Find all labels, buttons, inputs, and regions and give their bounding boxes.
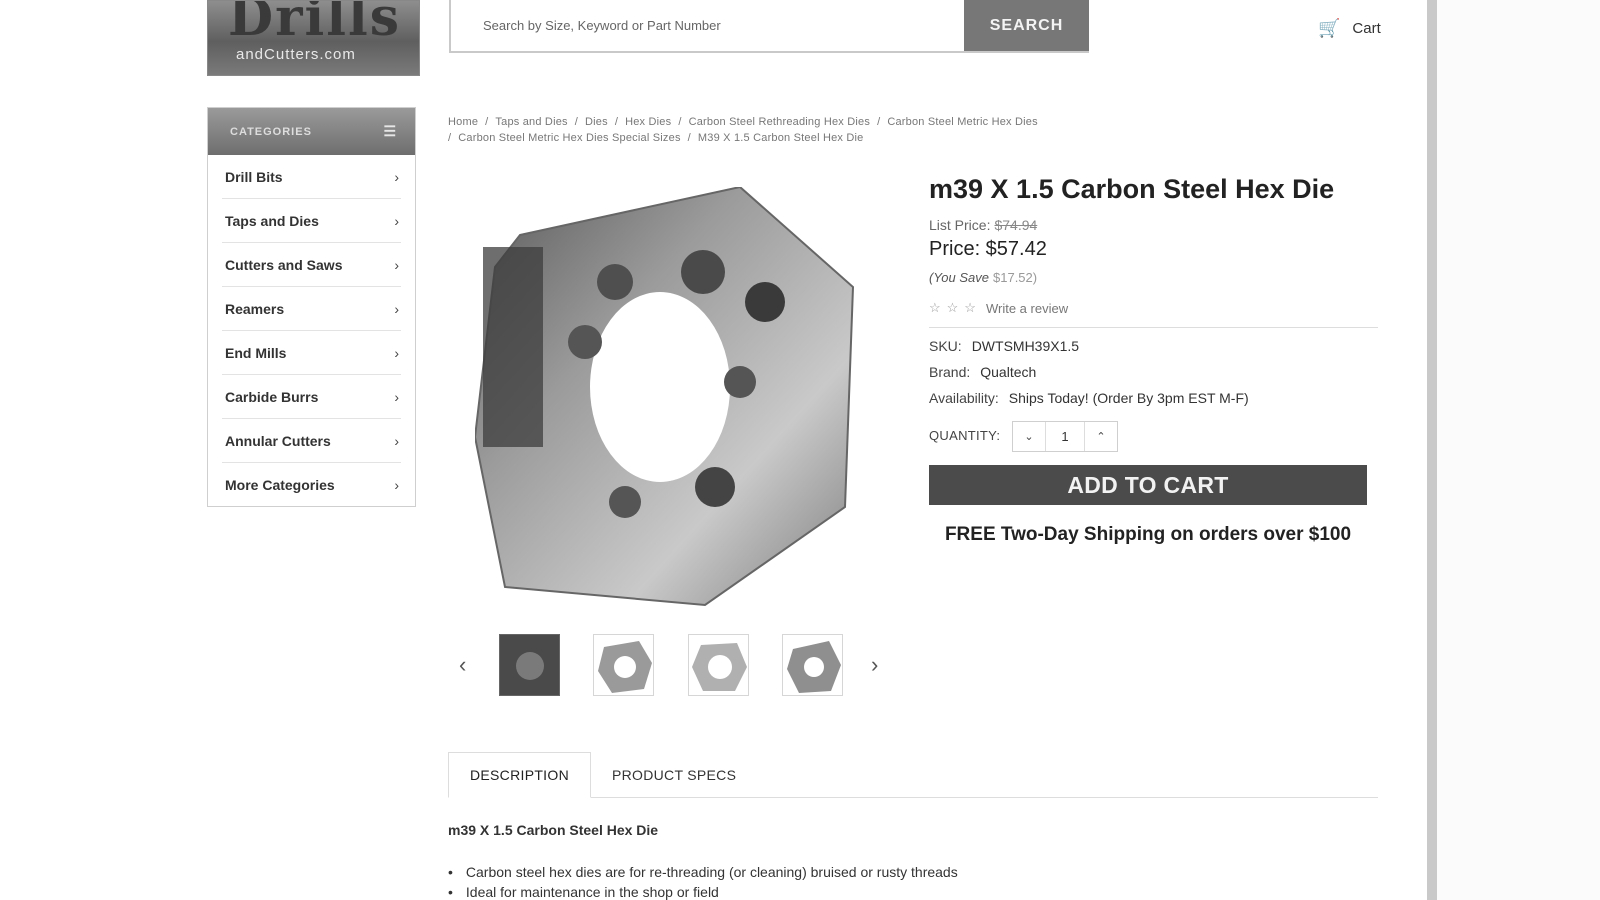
chevron-right-icon: › bbox=[394, 344, 399, 361]
breadcrumb-link[interactable]: Home bbox=[448, 116, 478, 128]
breadcrumb-current: M39 X 1.5 Carbon Steel Hex Die bbox=[697, 132, 864, 144]
sidebar-header[interactable]: CATEGORIES ☰ bbox=[208, 108, 415, 155]
brand-value[interactable]: Qualtech bbox=[980, 364, 1036, 380]
sidebar-item-taps-and-dies[interactable]: Taps and Dies › bbox=[222, 199, 401, 243]
list-price-label: List Price: bbox=[929, 217, 991, 233]
chevron-up-icon[interactable]: ⌃ bbox=[1085, 422, 1117, 451]
list-price: List Price: $74.94 bbox=[929, 217, 1037, 233]
product-title: m39 X 1.5 Carbon Steel Hex Die bbox=[929, 174, 1335, 204]
availability-label: Availability: bbox=[929, 390, 999, 406]
sidebar-item-drill-bits[interactable]: Drill Bits › bbox=[222, 155, 401, 199]
sidebar-item-carbide-burrs[interactable]: Carbide Burrs › bbox=[222, 375, 401, 419]
free-shipping-banner: FREE Two-Day Shipping on orders over $10… bbox=[944, 524, 1352, 545]
menu-icon: ☰ bbox=[383, 123, 397, 139]
search-button[interactable]: SEARCH bbox=[964, 0, 1089, 51]
category-sidebar: CATEGORIES ☰ Drill Bits › Taps and Dies … bbox=[207, 107, 416, 507]
sidebar-item-reamers[interactable]: Reamers › bbox=[222, 287, 401, 331]
sidebar-item-label: Cutters and Saws bbox=[225, 256, 343, 273]
product-tabs: DESCRIPTION PRODUCT SPECS bbox=[448, 752, 1378, 798]
thumbnail-4[interactable] bbox=[782, 634, 843, 696]
breadcrumb-link[interactable]: Hex Dies bbox=[625, 116, 671, 128]
sidebar-heading: CATEGORIES bbox=[230, 125, 312, 138]
cart-label: Cart bbox=[1352, 19, 1381, 37]
you-save-label: (You Save bbox=[929, 270, 989, 285]
search-input[interactable] bbox=[451, 0, 964, 51]
thumbnail-3[interactable] bbox=[688, 634, 749, 696]
chevron-right-icon: › bbox=[394, 432, 399, 449]
chevron-right-icon: › bbox=[394, 168, 399, 185]
quantity-label: QUANTITY: bbox=[929, 428, 1001, 443]
list-item: Ideal for maintenance in the shop or fie… bbox=[448, 882, 958, 900]
chevron-down-icon[interactable]: ⌄ bbox=[1013, 422, 1045, 451]
breadcrumb-link[interactable]: Taps and Dies bbox=[495, 116, 567, 128]
star-icon: ☆☆☆ bbox=[929, 300, 982, 315]
write-review-link[interactable]: Write a review bbox=[986, 301, 1068, 316]
sidebar-item-label: Taps and Dies bbox=[225, 212, 319, 229]
product-price: Price: $57.42 bbox=[929, 238, 1047, 260]
sidebar-item-label: End Mills bbox=[225, 344, 287, 361]
page: Drills andCutters.com SEARCH 🛒 Cart CATE… bbox=[0, 0, 1428, 900]
breadcrumb-link[interactable]: Carbon Steel Metric Hex Dies Special Siz… bbox=[458, 132, 680, 144]
chevron-right-icon: › bbox=[394, 300, 399, 317]
chevron-left-icon[interactable]: ‹ bbox=[459, 652, 466, 678]
sidebar-item-annular-cutters[interactable]: Annular Cutters › bbox=[222, 419, 401, 463]
you-save: (You Save $17.52) bbox=[929, 270, 1037, 285]
quantity-stepper: ⌄ ⌃ bbox=[1012, 421, 1118, 452]
product-main-image[interactable] bbox=[475, 187, 855, 607]
chevron-right-icon: › bbox=[394, 256, 399, 273]
quantity-input[interactable] bbox=[1045, 422, 1085, 451]
brand-label: Brand: bbox=[929, 364, 971, 380]
chevron-right-icon: › bbox=[394, 477, 399, 493]
breadcrumb-link[interactable]: Carbon Steel Rethreading Hex Dies bbox=[689, 116, 870, 128]
sidebar-item-label: Annular Cutters bbox=[225, 432, 331, 449]
rating: ☆☆☆ Write a review bbox=[929, 300, 1068, 316]
page-edge bbox=[1427, 0, 1437, 900]
thumbnail-2[interactable] bbox=[593, 634, 654, 696]
chevron-right-icon: › bbox=[394, 212, 399, 229]
sidebar-item-label: Drill Bits bbox=[225, 168, 283, 185]
breadcrumb: Home / Taps and Dies / Dies / Hex Dies / Carbon … bbox=[448, 116, 1038, 144]
tab-description[interactable]: DESCRIPTION bbox=[448, 752, 591, 798]
cart-icon: 🛒 bbox=[1318, 17, 1341, 38]
sidebar-item-label: More Categories bbox=[225, 477, 335, 493]
page-gutter bbox=[1437, 0, 1600, 900]
sidebar-item-end-mills[interactable]: End Mills › bbox=[222, 331, 401, 375]
brand-row: Brand: Qualtech bbox=[929, 364, 1036, 380]
breadcrumb-link[interactable]: Dies bbox=[585, 116, 608, 128]
tab-product-specs[interactable]: PRODUCT SPECS bbox=[591, 752, 757, 798]
sku-row: SKU: DWTSMH39X1.5 bbox=[929, 338, 1079, 354]
sku-label: SKU: bbox=[929, 338, 962, 354]
sidebar-item-more-categories[interactable]: More Categories › bbox=[222, 463, 401, 507]
logo-sub-text: andCutters.com bbox=[236, 46, 356, 63]
sku-value: DWTSMH39X1.5 bbox=[971, 338, 1080, 354]
sidebar-item-cutters-and-saws[interactable]: Cutters and Saws › bbox=[222, 243, 401, 287]
sidebar-item-label: Reamers bbox=[225, 300, 285, 317]
site-logo[interactable]: Drills andCutters.com bbox=[207, 0, 420, 76]
breadcrumb-link[interactable]: Carbon Steel Metric Hex Dies bbox=[887, 116, 1038, 128]
thumbnail-1[interactable] bbox=[499, 634, 560, 696]
thumbnail-carousel: ‹ › bbox=[459, 634, 889, 698]
you-save-value: $17.52) bbox=[993, 270, 1038, 285]
sidebar-item-label: Carbide Burrs bbox=[225, 388, 319, 405]
list-item: Carbon steel hex dies are for re-threadi… bbox=[448, 862, 958, 882]
description-heading: m39 X 1.5 Carbon Steel Hex Die bbox=[448, 822, 659, 838]
logo-main-text: Drills bbox=[228, 0, 402, 48]
search-bar: SEARCH bbox=[449, 0, 1089, 53]
chevron-right-icon: › bbox=[394, 388, 399, 405]
chevron-right-icon[interactable]: › bbox=[871, 652, 878, 678]
add-to-cart-button[interactable]: ADD TO CART bbox=[929, 465, 1367, 505]
availability-row: Availability: Ships Today! (Order By 3pm … bbox=[929, 390, 1249, 406]
list-price-value: $74.94 bbox=[994, 217, 1038, 233]
description-list: Carbon steel hex dies are for re-threadi… bbox=[448, 862, 958, 900]
availability-value: Ships Today! (Order By 3pm EST M-F) bbox=[1008, 390, 1249, 406]
divider bbox=[929, 327, 1378, 328]
cart-link[interactable]: 🛒 Cart bbox=[1318, 16, 1381, 40]
